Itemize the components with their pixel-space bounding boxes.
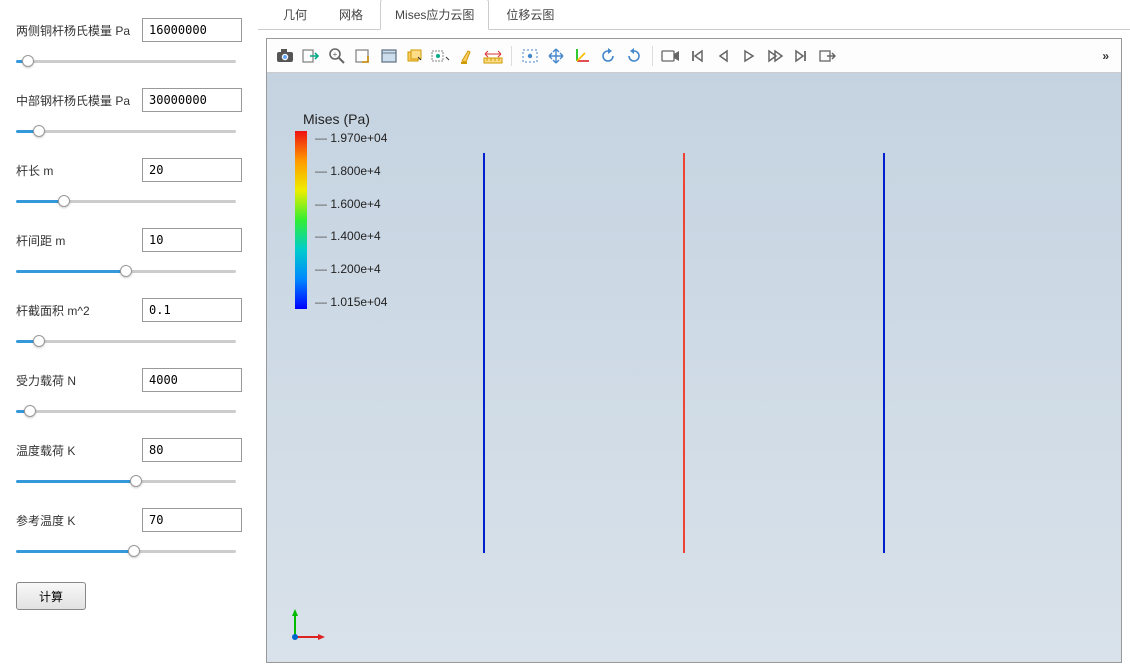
play-icon[interactable] [737, 44, 761, 68]
param-row: 杆长 m [16, 158, 242, 182]
result-bar [483, 153, 485, 553]
rotate-right-icon[interactable] [622, 44, 646, 68]
param-label: 中部钢杆杨氏模量 Pa [16, 92, 142, 109]
measure-icon[interactable] [481, 44, 505, 68]
tab-2[interactable]: Mises应力云图 [380, 0, 489, 30]
param-input[interactable] [142, 438, 242, 462]
param-slider[interactable] [16, 409, 236, 413]
param-slider[interactable] [16, 59, 236, 63]
param-slider[interactable] [16, 129, 236, 133]
param-slider[interactable] [16, 549, 236, 553]
export-anim-icon[interactable] [815, 44, 839, 68]
param-row: 参考温度 K [16, 508, 242, 532]
param-label: 杆间距 m [16, 232, 142, 249]
param-label: 杆长 m [16, 162, 142, 179]
svg-text:+: + [333, 50, 338, 59]
param-row: 中部钢杆杨氏模量 Pa [16, 88, 242, 112]
main-panel: 几何网格Mises应力云图位移云图 +» Mises (Pa) 1.970e+0… [258, 0, 1130, 671]
result-bar [683, 153, 685, 553]
param-label: 两侧铜杆杨氏模量 Pa [16, 22, 142, 39]
region-select-icon[interactable] [518, 44, 542, 68]
toolbar-more-icon[interactable]: » [1096, 49, 1115, 63]
record-icon[interactable] [659, 44, 683, 68]
tab-bar: 几何网格Mises应力云图位移云图 [258, 0, 1130, 30]
pan-icon[interactable] [544, 44, 568, 68]
param-row: 受力载荷 N [16, 368, 242, 392]
zoom-icon[interactable]: + [325, 44, 349, 68]
viewer-canvas[interactable]: Mises (Pa) 1.970e+04 1.800e+4 1.600e+4 1.40… [267, 73, 1121, 662]
param-input[interactable] [142, 508, 242, 532]
camera-icon[interactable] [273, 44, 297, 68]
param-label: 温度载荷 K [16, 442, 142, 459]
view-options-icon[interactable] [429, 44, 453, 68]
viewer-frame: +» Mises (Pa) 1.970e+041.800e+41.600e+41… [266, 38, 1122, 663]
export-icon[interactable] [299, 44, 323, 68]
param-row: 杆截面积 m^2 [16, 298, 242, 322]
tab-1[interactable]: 网格 [324, 0, 378, 29]
compute-button[interactable]: 计算 [16, 582, 86, 610]
viewer-area: +» Mises (Pa) 1.970e+041.800e+41.600e+41… [258, 30, 1130, 671]
parameter-panel: 两侧铜杆杨氏模量 Pa 中部钢杆杨氏模量 Pa 杆长 m 杆间距 m 杆截面积 m^2 受… [0, 0, 258, 671]
param-slider[interactable] [16, 199, 236, 203]
legend-tick: 1.015e+04 [315, 295, 387, 309]
param-slider[interactable] [16, 479, 236, 483]
param-label: 参考温度 K [16, 512, 142, 529]
layers-icon[interactable] [403, 44, 427, 68]
param-row: 杆间距 m [16, 228, 242, 252]
first-frame-icon[interactable] [685, 44, 709, 68]
clean-icon[interactable] [455, 44, 479, 68]
param-row: 温度载荷 K [16, 438, 242, 462]
prev-frame-icon[interactable] [711, 44, 735, 68]
select-box-icon[interactable] [351, 44, 375, 68]
tab-3[interactable]: 位移云图 [491, 0, 569, 29]
legend-colorbar [295, 131, 307, 309]
param-slider[interactable] [16, 269, 236, 273]
next-frame-icon[interactable] [763, 44, 787, 68]
param-input[interactable] [142, 368, 242, 392]
param-input[interactable] [142, 88, 242, 112]
legend-title: Mises (Pa) [303, 111, 387, 127]
color-legend: Mises (Pa) 1.970e+04 1.800e+4 1.600e+4 1.40… [295, 111, 387, 309]
legend-tick: 1.800e+4 [315, 164, 387, 178]
legend-tick: 1.400e+4 [315, 229, 387, 243]
param-input[interactable] [142, 18, 242, 42]
param-label: 杆截面积 m^2 [16, 302, 142, 319]
param-input[interactable] [142, 298, 242, 322]
app-root: 两侧铜杆杨氏模量 Pa 中部钢杆杨氏模量 Pa 杆长 m 杆间距 m 杆截面积 m^2 受… [0, 0, 1130, 671]
orientation-triad [291, 607, 325, 644]
viewer-toolbar: +» [267, 39, 1121, 73]
legend-tick: 1.970e+04 [315, 131, 387, 145]
toolbar-separator [652, 46, 653, 66]
tab-0[interactable]: 几何 [268, 0, 322, 29]
rotate-left-icon[interactable] [596, 44, 620, 68]
param-label: 受力载荷 N [16, 372, 142, 389]
legend-tick: 1.200e+4 [315, 262, 387, 276]
param-row: 两侧铜杆杨氏模量 Pa [16, 18, 242, 42]
legend-ticks: 1.970e+04 1.800e+4 1.600e+4 1.400e+4 1.200e+… [315, 131, 387, 309]
legend-tick: 1.600e+4 [315, 197, 387, 211]
result-bar [883, 153, 885, 553]
param-input[interactable] [142, 228, 242, 252]
last-frame-icon[interactable] [789, 44, 813, 68]
param-input[interactable] [142, 158, 242, 182]
toolbar-separator [511, 46, 512, 66]
axes-icon[interactable] [570, 44, 594, 68]
window-icon[interactable] [377, 44, 401, 68]
param-slider[interactable] [16, 339, 236, 343]
